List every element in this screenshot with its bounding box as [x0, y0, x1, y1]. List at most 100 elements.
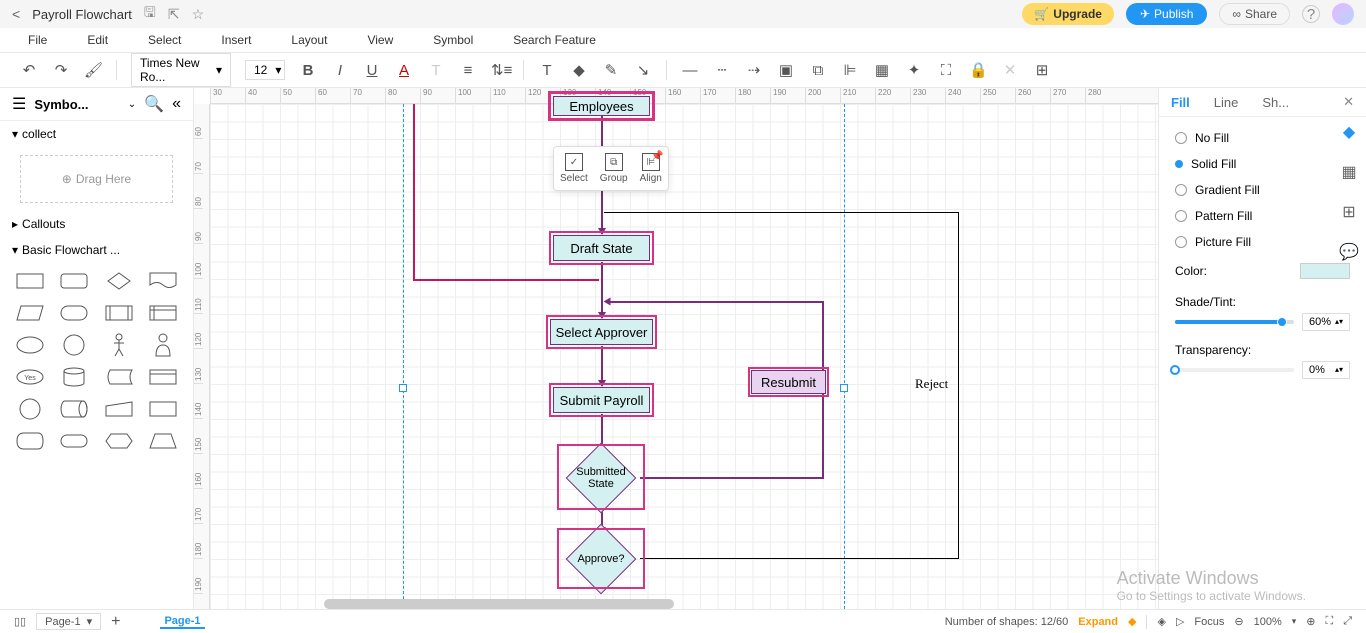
- menu-file[interactable]: File: [28, 33, 47, 47]
- save-icon[interactable]: 🖫: [144, 2, 156, 26]
- rail-style-icon[interactable]: ◆: [1343, 122, 1355, 142]
- dash-style-icon[interactable]: ┄: [713, 61, 731, 79]
- publish-button[interactable]: ✈ Publish: [1126, 3, 1207, 25]
- font-color-icon[interactable]: A: [395, 62, 413, 79]
- align-objects-icon[interactable]: ⊫: [841, 61, 859, 79]
- distribute-icon[interactable]: ▦: [873, 61, 891, 79]
- selection-handle[interactable]: [840, 384, 848, 392]
- library-icon[interactable]: ☰: [12, 94, 26, 114]
- node-select-approver[interactable]: Select Approver: [550, 319, 653, 345]
- tools-icon[interactable]: ✕: [1001, 61, 1019, 79]
- page-select[interactable]: Page-1 ▾: [36, 613, 101, 630]
- shape-rect2[interactable]: [143, 395, 183, 423]
- shape-parallelogram[interactable]: [10, 299, 50, 327]
- line-color-icon[interactable]: ✎: [602, 61, 620, 79]
- export-icon[interactable]: ⇱: [168, 6, 180, 23]
- chevron-down-icon[interactable]: ⌄: [128, 99, 136, 110]
- node-approve[interactable]: Approve?: [576, 534, 626, 584]
- shape-display[interactable]: [10, 427, 50, 455]
- fullscreen-icon[interactable]: ⤢: [1343, 615, 1352, 628]
- star-icon[interactable]: ☆: [192, 6, 205, 23]
- menu-symbol[interactable]: Symbol: [433, 33, 473, 47]
- menu-select[interactable]: Select: [148, 33, 181, 47]
- menu-search[interactable]: Search Feature: [513, 33, 596, 47]
- menu-insert[interactable]: Insert: [221, 33, 251, 47]
- layers-icon[interactable]: ◈: [1157, 615, 1165, 628]
- section-collect[interactable]: ▾ collect: [0, 121, 193, 147]
- shape-terminator[interactable]: [54, 427, 94, 455]
- format-painter-icon[interactable]: 🖌: [84, 61, 102, 79]
- context-group[interactable]: ⧉Group: [600, 153, 628, 184]
- font-size-select[interactable]: 12 ▾: [245, 60, 285, 80]
- layer-icon[interactable]: ▣: [777, 61, 795, 79]
- shape-rect[interactable]: [10, 267, 50, 295]
- tab-fill[interactable]: Fill: [1171, 95, 1190, 110]
- arrow-style-icon[interactable]: ⇢: [745, 61, 763, 79]
- shape-cylinder-side[interactable]: [54, 395, 94, 423]
- rail-layout-icon[interactable]: ▦: [1341, 162, 1356, 182]
- expand-link[interactable]: Expand: [1078, 616, 1118, 628]
- pin-icon[interactable]: 📌: [651, 151, 663, 162]
- shape-card[interactable]: [143, 363, 183, 391]
- italic-icon[interactable]: I: [331, 62, 349, 79]
- table-icon[interactable]: ⊞: [1033, 61, 1051, 79]
- underline-icon[interactable]: U: [363, 62, 381, 79]
- add-page-button[interactable]: +: [111, 613, 120, 631]
- connector-icon[interactable]: ↘: [634, 61, 652, 79]
- node-submitted-state[interactable]: Submitted State: [576, 453, 626, 503]
- avatar[interactable]: [1332, 3, 1354, 25]
- lock-icon[interactable]: 🔒: [969, 61, 987, 79]
- transparency-slider[interactable]: [1175, 368, 1294, 372]
- effects-icon[interactable]: ✦: [905, 61, 923, 79]
- option-no-fill[interactable]: No Fill: [1159, 125, 1366, 151]
- crop-icon[interactable]: ⛶: [937, 62, 955, 79]
- option-picture-fill[interactable]: Picture Fill: [1159, 229, 1366, 255]
- shade-slider[interactable]: [1175, 320, 1294, 324]
- section-callouts[interactable]: ▸ Callouts: [0, 211, 193, 237]
- outline-icon[interactable]: ▯▯: [14, 615, 26, 628]
- presentation-icon[interactable]: ▷: [1176, 615, 1184, 628]
- color-swatch[interactable]: [1300, 263, 1350, 279]
- shape-manual-input[interactable]: [99, 395, 139, 423]
- zoom-level[interactable]: 100%: [1254, 616, 1282, 628]
- option-gradient-fill[interactable]: Gradient Fill: [1159, 177, 1366, 203]
- rail-comment-icon[interactable]: 💬: [1339, 242, 1359, 262]
- shape-circle[interactable]: [54, 331, 94, 359]
- canvas-area[interactable]: 3040506070809010011012013014015016017018…: [194, 88, 1158, 609]
- font-select[interactable]: Times New Ro... ▾: [131, 53, 231, 87]
- menu-edit[interactable]: Edit: [87, 33, 108, 47]
- fit-icon[interactable]: ⛶: [1325, 615, 1333, 628]
- align-left-icon[interactable]: ≡: [459, 62, 477, 79]
- back-button[interactable]: <: [12, 6, 20, 22]
- shape-cylinder[interactable]: [54, 363, 94, 391]
- group-icon[interactable]: ⧉: [809, 62, 827, 79]
- tab-line[interactable]: Line: [1214, 95, 1239, 110]
- zoom-in-icon[interactable]: ⊕: [1306, 615, 1315, 628]
- undo-icon[interactable]: ↶: [20, 61, 38, 79]
- shape-circle2[interactable]: [10, 395, 50, 423]
- horizontal-scrollbar[interactable]: [324, 599, 674, 609]
- page-tab[interactable]: Page-1: [160, 615, 204, 629]
- focus-button[interactable]: Focus: [1194, 616, 1224, 628]
- option-solid-fill[interactable]: Solid Fill: [1159, 151, 1366, 177]
- shape-internal[interactable]: [143, 299, 183, 327]
- redo-icon[interactable]: ↷: [52, 61, 70, 79]
- shape-actor[interactable]: [99, 331, 139, 359]
- shade-value[interactable]: 60%▴▾: [1302, 313, 1350, 331]
- text-icon[interactable]: T: [427, 62, 445, 79]
- search-icon[interactable]: 🔍: [144, 94, 164, 114]
- line-spacing-icon[interactable]: ⇅≡: [491, 61, 509, 79]
- shape-storage[interactable]: [99, 363, 139, 391]
- shape-hexagon[interactable]: [99, 427, 139, 455]
- option-pattern-fill[interactable]: Pattern Fill: [1159, 203, 1366, 229]
- share-button[interactable]: ∞ Share: [1219, 3, 1290, 25]
- section-basic-flowchart[interactable]: ▾ Basic Flowchart ...: [0, 237, 193, 263]
- menu-view[interactable]: View: [367, 33, 393, 47]
- rail-dashboard-icon[interactable]: ⊞: [1342, 202, 1355, 222]
- shape-trapezoid[interactable]: [143, 427, 183, 455]
- shape-predefined[interactable]: [99, 299, 139, 327]
- help-icon[interactable]: ?: [1302, 5, 1320, 23]
- bold-icon[interactable]: B: [299, 62, 317, 79]
- drag-zone[interactable]: ⊕ Drag Here: [20, 155, 173, 203]
- line-style-icon[interactable]: —: [681, 62, 699, 79]
